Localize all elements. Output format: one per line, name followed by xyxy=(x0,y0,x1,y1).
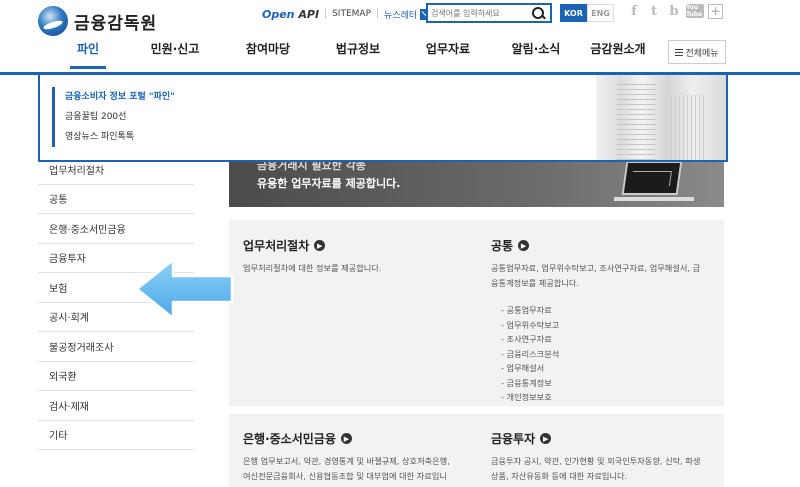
facebook-icon[interactable]: f xyxy=(626,3,642,19)
all-menu-button[interactable]: 전체메뉴 xyxy=(668,40,726,64)
gnb-item-fine[interactable]: 파인 xyxy=(58,40,118,69)
side-nav-item-unfair-trade[interactable]: 불공정거래조사 xyxy=(38,332,194,362)
content-panel-top: 업무처리절차 ▶ 업무처리절차에 대한 정보를 제공합니다. 공통 ▶ 공통업무자료… xyxy=(229,220,724,406)
gnb-item-about[interactable]: 금감원소개 xyxy=(578,40,658,57)
gnb-item-regulations[interactable]: 법규정보 xyxy=(318,40,398,57)
list-item[interactable]: - 공통업무자료 xyxy=(501,303,701,318)
search-icon[interactable] xyxy=(528,5,548,21)
list-item[interactable]: - 업무해설서 xyxy=(501,361,701,376)
section-bank-desc: 은행 업무보고서, 약관, 경영통계 및 바젤규제, 상호저축은행, 여신전문금… xyxy=(243,456,450,487)
list-item[interactable]: - 조사연구자료 xyxy=(501,332,701,347)
gnb-item-participation[interactable]: 참여마당 xyxy=(228,40,308,57)
language-switch: KOR ENG xyxy=(560,4,614,22)
side-nav-item-etc[interactable]: 기타 xyxy=(38,421,194,450)
dropdown-item-video-news[interactable]: 영상뉴스 파인톡톡 xyxy=(65,127,175,147)
list-item[interactable]: - 금융리스크분석 xyxy=(501,347,701,362)
content-panel-bottom: 은행·중소서민금융 ▶ 은행 업무보고서, 약관, 경영통계 및 바젤규제, 상호… xyxy=(229,414,724,487)
section-bank: 은행·중소서민금융 ▶ 은행 업무보고서, 약관, 경영통계 및 바젤규제, 상호… xyxy=(243,430,453,487)
section-common: 공통 ▶ 공통업무자료, 업무위수탁보고, 조사연구자료, 업무해설서, 금융통계… xyxy=(491,237,701,405)
arrow-right-icon: ▶ xyxy=(314,240,326,251)
arrow-right-icon: ▶ xyxy=(518,240,530,251)
lang-eng-button[interactable]: ENG xyxy=(587,4,614,22)
dropdown-item-tips[interactable]: 금융꿀팁 200선 xyxy=(65,107,175,127)
section-common-desc: 공통업무자료, 업무위수탁보고, 조사연구자료, 업무해설서, 금융통계정보를 … xyxy=(491,263,701,288)
gnb-item-notices[interactable]: 알림·소식 xyxy=(496,40,576,57)
buildings-image xyxy=(596,75,726,160)
lang-kor-button[interactable]: KOR xyxy=(560,4,587,22)
section-process: 업무처리절차 ▶ 업무처리절차에 대한 정보를 제공합니다. xyxy=(243,237,453,276)
list-item[interactable]: - 업무위수탁보고 xyxy=(501,318,701,333)
open-api-link[interactable]: Open API xyxy=(262,8,319,21)
laptop-illustration xyxy=(614,161,694,201)
page-banner: 금융거래시 필요한 각종 유용한 업무자료를 제공합니다. xyxy=(229,155,724,207)
more-social-icon[interactable]: + xyxy=(708,3,723,19)
menu-icon xyxy=(675,48,684,56)
banner-line-2: 유용한 업무자료를 제공합니다. xyxy=(257,177,401,190)
social-links: f t b You Tube + xyxy=(626,3,723,19)
sitemap-link[interactable]: SITEMAP xyxy=(332,9,371,19)
utility-links: Open API | SITEMAP | 뉴스레터 xyxy=(262,4,437,24)
side-nav-item-bank[interactable]: 은행·중소서민금융 xyxy=(38,214,194,244)
gnb-dropdown: 금융소비자 정보 포털 "파인" 금융꿀팁 200선 영상뉴스 파인톡톡 xyxy=(38,72,728,162)
site-logo[interactable]: 금융감독원 xyxy=(38,6,157,36)
dropdown-menu: 금융소비자 정보 포털 "파인" 금융꿀팁 200선 영상뉴스 파인톡톡 xyxy=(52,87,175,147)
logo-text: 금융감독원 xyxy=(74,13,158,34)
all-menu-label: 전체메뉴 xyxy=(685,48,719,59)
gnb-item-complaints[interactable]: 민원·신고 xyxy=(130,40,220,57)
twitter-icon[interactable]: t xyxy=(646,3,662,19)
section-process-desc: 업무처리절차에 대한 정보를 제공합니다. xyxy=(243,263,382,273)
youtube-icon[interactable]: You Tube xyxy=(686,4,704,18)
section-invest: 금융투자 ▶ 금융투자 공시, 약관, 인가현황 및 외국인투자동향, 신탁, 파… xyxy=(491,430,701,484)
search-input[interactable] xyxy=(428,5,528,21)
side-nav-item-common[interactable]: 공통 xyxy=(38,185,194,214)
dropdown-item-fine-portal[interactable]: 금융소비자 정보 포털 "파인" xyxy=(65,87,175,107)
section-process-title[interactable]: 업무처리절차 ▶ xyxy=(243,237,453,254)
section-invest-title[interactable]: 금융투자 ▶ xyxy=(491,430,701,447)
gnb-item-materials[interactable]: 업무자료 xyxy=(408,40,488,57)
newsletter-link[interactable]: 뉴스레터 xyxy=(384,8,417,21)
global-nav: 파인 민원·신고 참여마당 법규정보 업무자료 알림·소식 금감원소개 xyxy=(58,40,658,69)
section-common-list: - 공통업무자료 - 업무위수탁보고 - 조사연구자료 - 금융리스크분석 - … xyxy=(491,303,701,405)
pointer-arrow-icon xyxy=(135,258,234,320)
list-item[interactable]: - 금융통계정보 xyxy=(501,376,701,391)
list-item[interactable]: - 개인정보보호 xyxy=(501,390,701,405)
section-common-title[interactable]: 공통 ▶ xyxy=(491,237,701,254)
section-bank-title[interactable]: 은행·중소서민금융 ▶ xyxy=(243,430,453,447)
side-nav-item-forex[interactable]: 외국환 xyxy=(38,362,194,391)
fss-logo-icon xyxy=(38,6,68,36)
arrow-right-icon: ▶ xyxy=(540,433,552,444)
search-box xyxy=(426,3,552,23)
blog-icon[interactable]: b xyxy=(666,3,682,19)
side-nav-item-inspection[interactable]: 검사·제재 xyxy=(38,391,194,421)
arrow-right-icon: ▶ xyxy=(340,433,352,444)
section-invest-desc: 금융투자 공시, 약관, 인가현황 및 외국인투자동향, 신탁, 파생상품, 자… xyxy=(491,456,701,481)
